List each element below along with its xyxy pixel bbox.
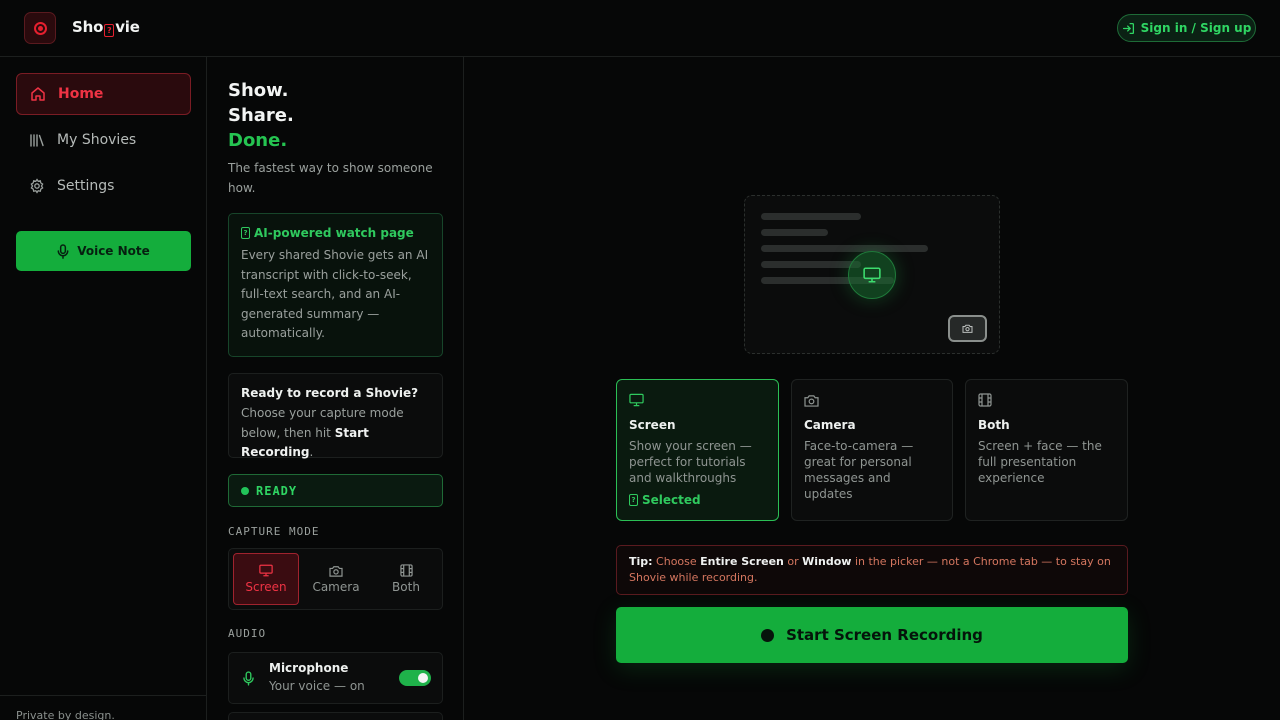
film-icon — [399, 564, 413, 577]
nav-item-label: My Shovies — [57, 132, 137, 148]
left-nav: Home My Shovies Settings Voice Note Priv… — [0, 57, 207, 720]
nav-item-settings[interactable]: Settings — [16, 165, 191, 207]
nav-item-my-shovies[interactable]: My Shovies — [16, 119, 191, 161]
capture-mode-label: CAPTURE MODE — [228, 525, 320, 538]
mode-card-desc: Screen + face — the full presentation ex… — [978, 439, 1102, 485]
microphone-label: Microphone — [269, 661, 349, 675]
selected-glyph: ? — [629, 494, 638, 506]
status-badge: READY — [228, 474, 443, 507]
capture-mode-camera[interactable]: Camera — [303, 553, 369, 605]
camera-icon — [329, 565, 343, 577]
start-recording-button[interactable]: Start Screen Recording — [616, 607, 1128, 663]
sign-in-button[interactable]: Sign in / Sign up — [1117, 14, 1256, 42]
recording-preview — [744, 195, 1000, 354]
ai-card-title: ? AI-powered watch page — [241, 226, 430, 240]
voice-note-label: Voice Note — [77, 244, 150, 258]
ai-feature-card: ? AI-powered watch page Every shared Sho… — [228, 213, 443, 357]
tip-banner: Tip: Choose Entire Screen or Window in t… — [616, 545, 1128, 595]
sign-in-icon — [1122, 22, 1135, 35]
mode-card-desc: Show your screen — perfect for tutorials… — [629, 439, 752, 485]
monitor-icon — [629, 393, 644, 407]
microphone-row: Microphone Your voice — on — [228, 652, 443, 704]
camera-icon — [804, 394, 819, 407]
hero-heading: Show. Share. Done. — [228, 80, 294, 151]
microphone-icon — [243, 671, 254, 686]
placeholder-line — [761, 245, 928, 252]
camera-icon — [948, 315, 987, 342]
ready-card: Ready to record a Shovie? Choose your ca… — [228, 373, 443, 459]
monitor-icon — [848, 251, 896, 299]
start-recording-label: Start Screen Recording — [786, 626, 983, 644]
mode-card-camera[interactable]: Camera Face-to-camera — great for person… — [791, 379, 953, 521]
placeholder-line — [761, 213, 861, 220]
microphone-icon — [57, 243, 69, 259]
voice-note-button[interactable]: Voice Note — [16, 231, 191, 271]
mode-card-screen[interactable]: Screen Show your screen — perfect for tu… — [616, 379, 779, 521]
mode-card-title: Both — [978, 418, 1010, 432]
brand-glyph: ? — [104, 24, 115, 37]
mode-card-title: Camera — [804, 418, 856, 432]
placeholder-line — [761, 229, 828, 236]
ready-card-title: Ready to record a Shovie? — [241, 386, 419, 400]
capture-mode-both[interactable]: Both — [373, 553, 439, 605]
microphone-status: Your voice — on — [269, 679, 365, 693]
selected-badge: ? Selected — [629, 493, 701, 507]
ai-glyph: ? — [241, 227, 250, 239]
mode-card-both[interactable]: Both Screen + face — the full presentati… — [965, 379, 1128, 521]
tagline: The fastest way to show someone how. — [228, 161, 433, 195]
home-icon — [30, 86, 46, 102]
capture-sidebar: Show. Share. Done. The fastest way to sh… — [208, 57, 464, 720]
film-icon — [978, 393, 992, 407]
ai-card-body: Every shared Shovie gets an AI transcrip… — [241, 248, 429, 340]
record-icon — [761, 628, 775, 642]
ready-card-body: Choose your capture mode below, then hit… — [241, 406, 404, 459]
mode-card-desc: Face-to-camera — great for personal mess… — [804, 439, 914, 501]
nav-item-label: Settings — [57, 178, 115, 194]
brand-name[interactable]: Sho? vie — [72, 18, 140, 37]
capture-mode-screen[interactable]: Screen — [233, 553, 299, 605]
mode-cards: Screen Show your screen — perfect for tu… — [616, 379, 1128, 521]
sign-in-label: Sign in / Sign up — [1140, 21, 1252, 35]
privacy-note: Private by design. — [16, 709, 115, 720]
microphone-toggle[interactable] — [399, 670, 431, 686]
mode-card-title: Screen — [629, 418, 676, 432]
nav-item-label: Home — [58, 86, 104, 102]
nav-item-home[interactable]: Home — [16, 73, 191, 115]
logo-icon[interactable] — [24, 12, 56, 44]
status-dot-icon — [241, 486, 249, 495]
audio-label: AUDIO — [228, 627, 267, 640]
placeholder-line — [761, 261, 861, 268]
gear-icon — [29, 178, 45, 194]
capture-mode-selector: Screen Camera Both — [228, 548, 443, 610]
top-bar: Sho? vie Sign in / Sign up — [0, 0, 1280, 57]
library-icon — [29, 132, 45, 148]
divider — [0, 695, 207, 696]
monitor-icon — [259, 564, 273, 577]
audio-row-partial — [228, 712, 443, 720]
